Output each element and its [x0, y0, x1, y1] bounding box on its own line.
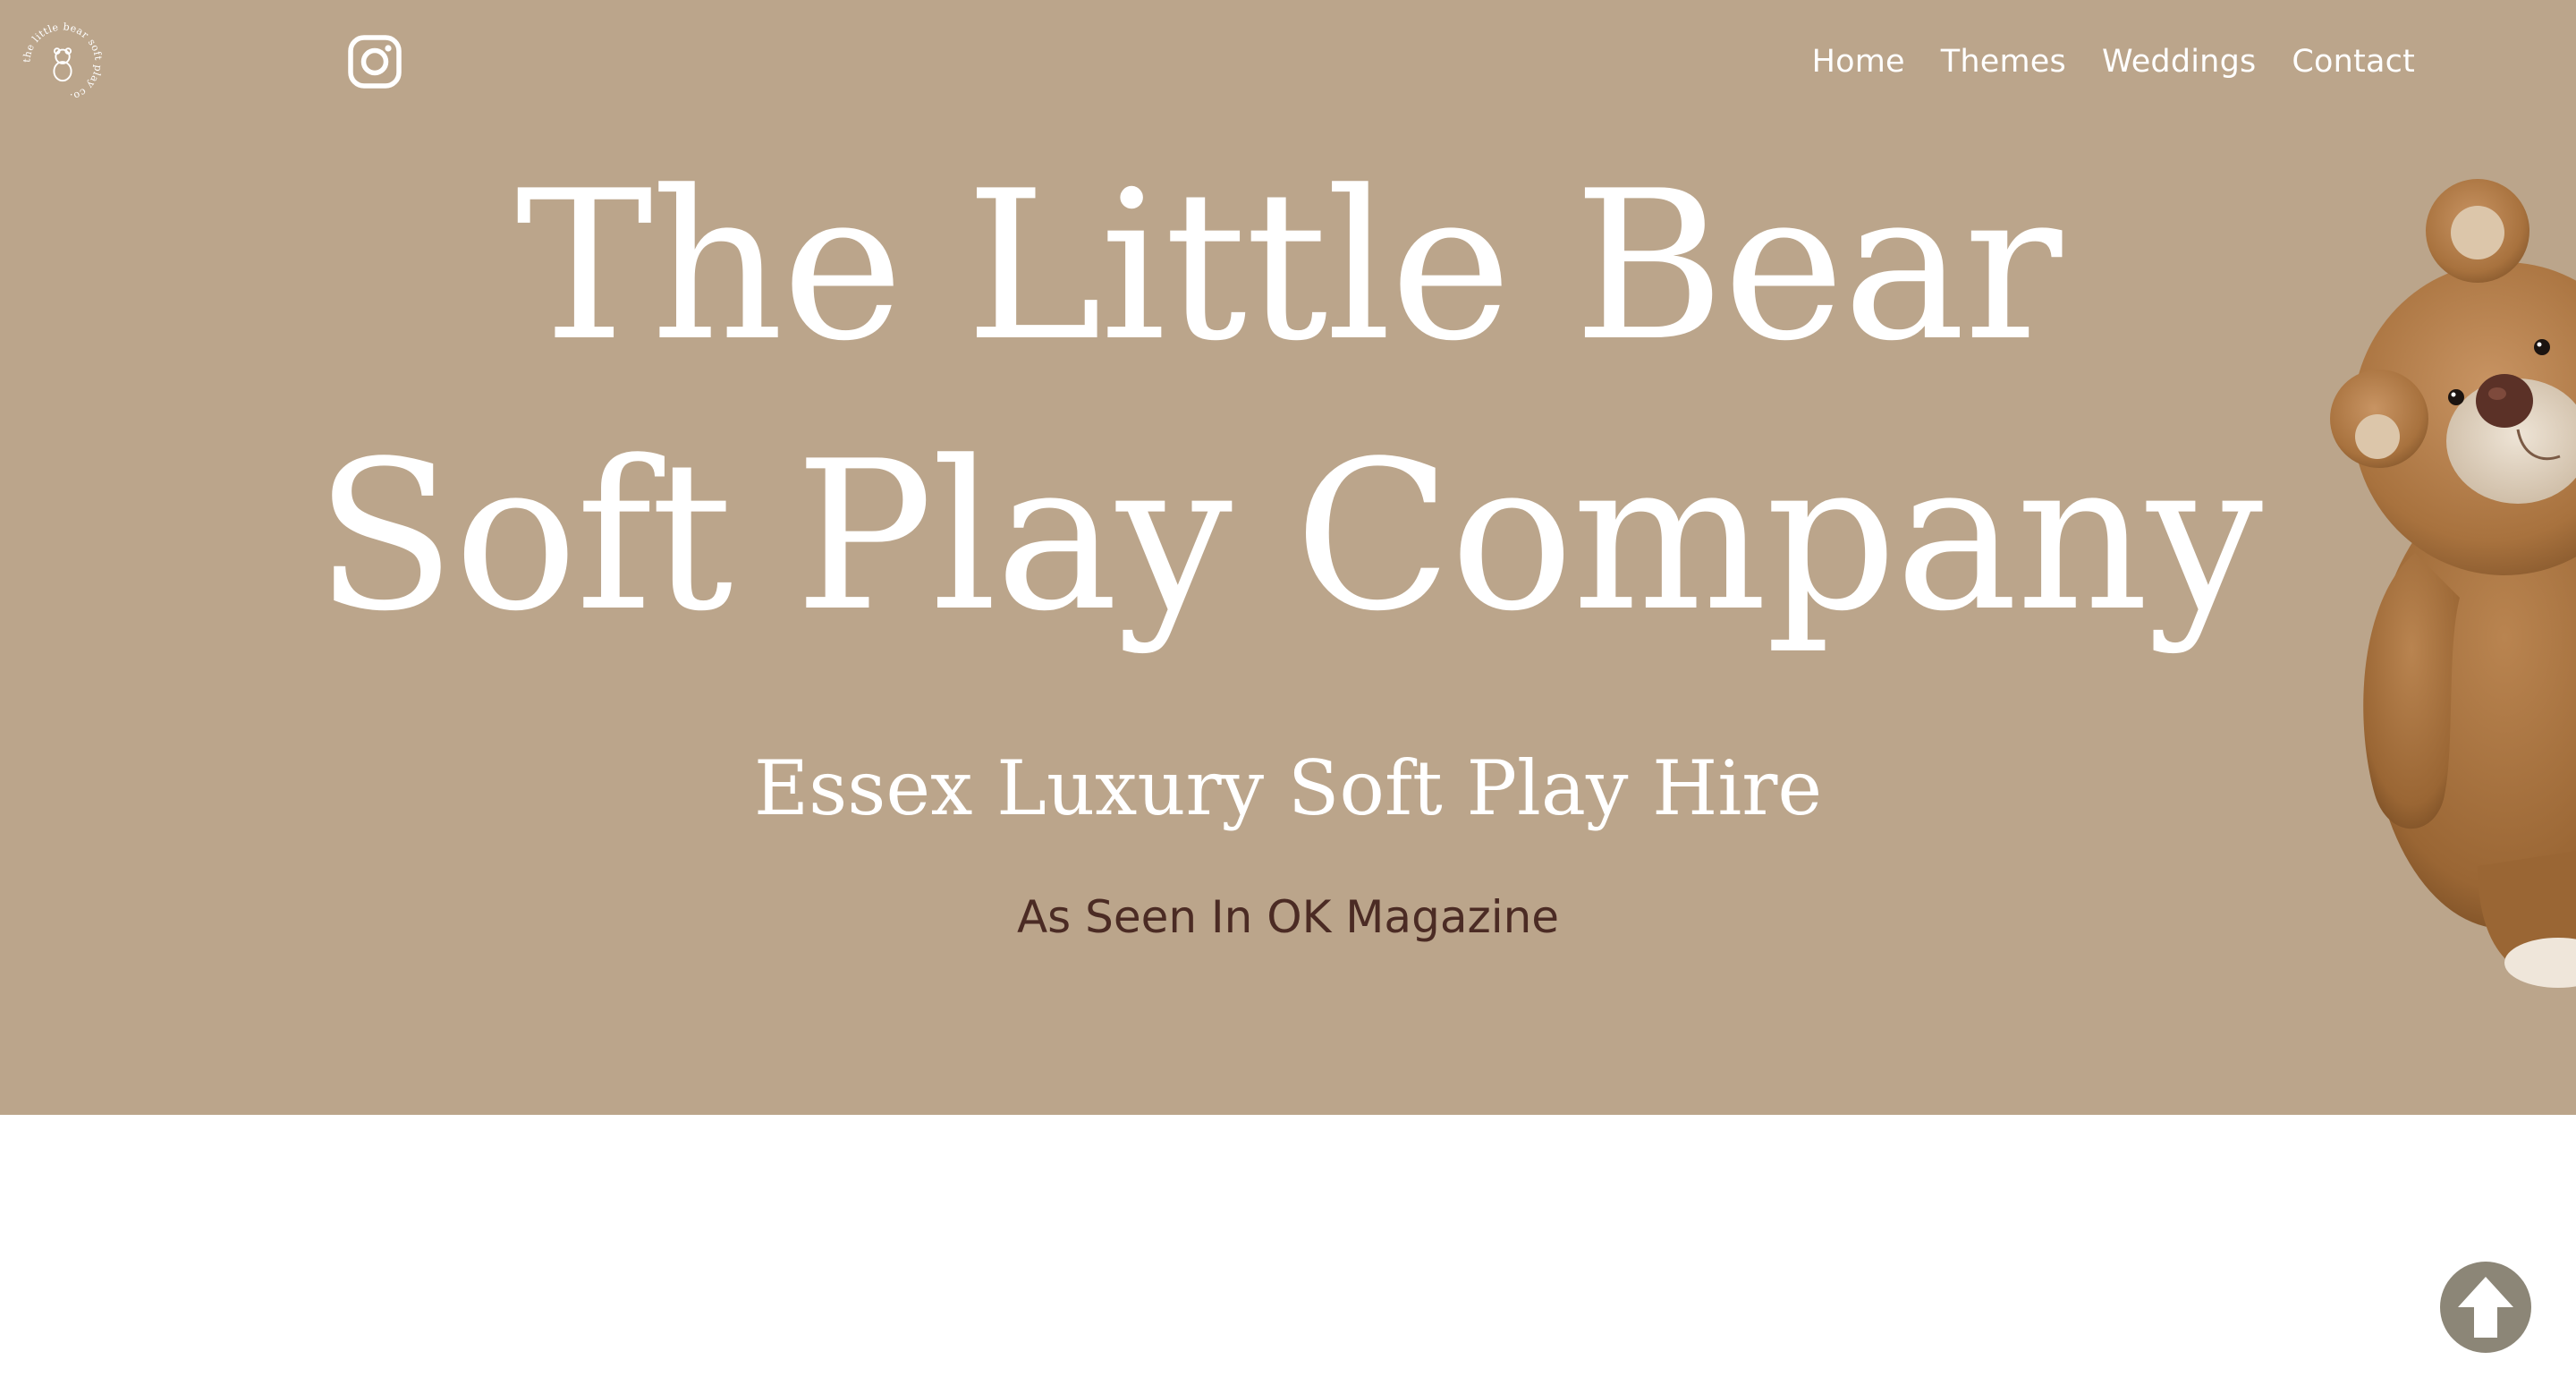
nav-home[interactable]: Home: [1812, 39, 1905, 84]
arrow-up-icon: [2458, 1277, 2513, 1338]
nav-themes[interactable]: Themes: [1941, 39, 2066, 84]
title-line-1: The Little Bear: [515, 148, 2063, 387]
scroll-to-top-button[interactable]: [2440, 1262, 2531, 1353]
nav-weddings[interactable]: Weddings: [2102, 39, 2256, 84]
title-line-2: Soft Play Company: [314, 418, 2263, 657]
main-nav: Home Themes Weddings Contact: [1812, 39, 2415, 84]
page-title: The Little Bear Soft Play Company: [0, 132, 2576, 673]
nav-contact[interactable]: Contact: [2292, 39, 2415, 84]
instagram-icon[interactable]: [347, 34, 402, 89]
teddy-bear-image: [2330, 179, 2576, 988]
hero-section: the little bear soft play co. Home Theme…: [0, 0, 2576, 1115]
brand-logo[interactable]: the little bear soft play co.: [20, 20, 106, 106]
hero-subtitle: Essex Luxury Soft Play Hire: [753, 744, 1823, 832]
hero-tagline: As Seen In OK Magazine: [1016, 891, 1560, 943]
